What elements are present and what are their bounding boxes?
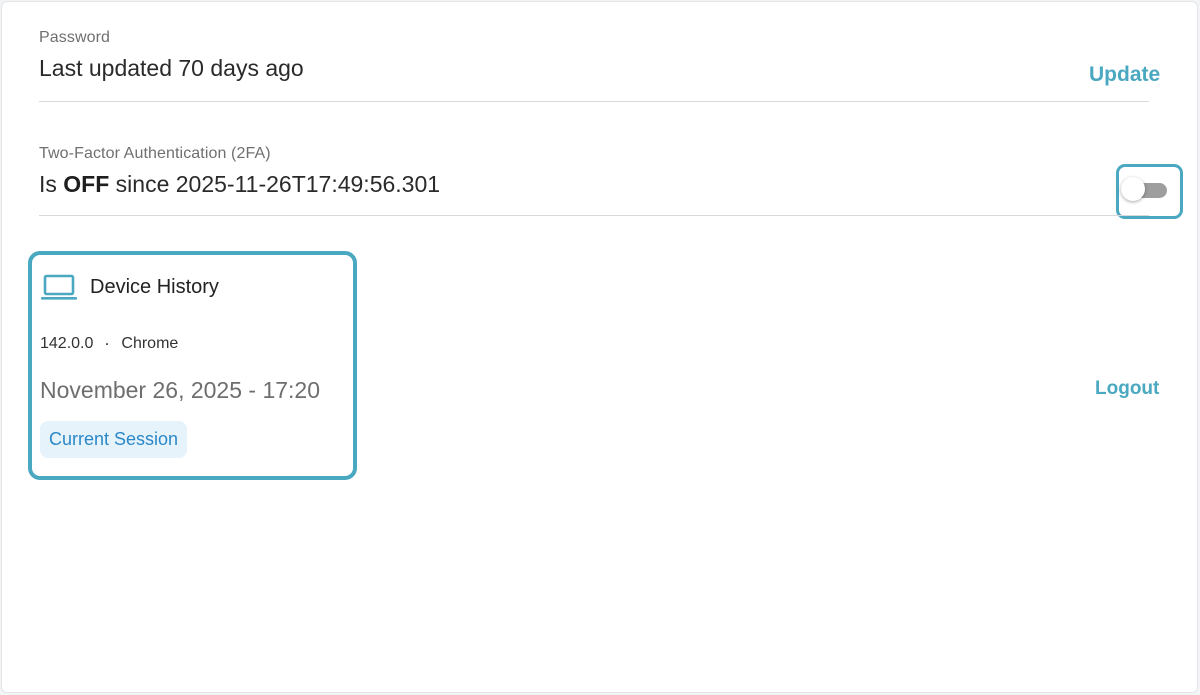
two-factor-toggle[interactable] — [1116, 164, 1183, 219]
logout-link[interactable]: Logout — [1095, 378, 1159, 400]
divider — [39, 101, 1149, 102]
toggle-thumb — [1121, 177, 1145, 201]
current-session-badge: Current Session — [40, 421, 188, 458]
password-status: Last updated 70 days ago — [39, 55, 304, 81]
browser-version: 142.0.0 — [40, 335, 94, 352]
password-section: Password Last updated 70 days ago — [39, 29, 1149, 82]
divider — [39, 215, 1149, 216]
update-password-link[interactable]: Update — [1089, 63, 1160, 87]
session-datetime: November 26, 2025 - 17:20 — [40, 377, 321, 403]
device-info: 142.0.0 · Chrome — [40, 335, 178, 353]
separator-dot: · — [105, 337, 110, 351]
laptop-icon — [41, 274, 77, 300]
password-label: Password — [39, 29, 111, 46]
two-factor-label: Two-Factor Authentication (2FA) — [39, 145, 271, 162]
two-factor-section: Two-Factor Authentication (2FA) Is OFF s… — [39, 145, 1149, 198]
security-settings-card: Password Last updated 70 days ago Update… — [1, 1, 1198, 693]
device-history-header: Device History — [40, 273, 219, 301]
device-history-title: Device History — [90, 275, 219, 298]
two-factor-since: since 2025-11-26T17:49:56.301 — [109, 171, 441, 197]
two-factor-state: OFF — [63, 171, 110, 197]
browser-name: Chrome — [121, 335, 179, 352]
device-history-card[interactable]: Device History 142.0.0 · Chrome November… — [28, 251, 357, 480]
two-factor-prefix: Is — [39, 171, 64, 197]
two-factor-status: Is OFF since 2025-11-26T17:49:56.301 — [39, 171, 1149, 198]
